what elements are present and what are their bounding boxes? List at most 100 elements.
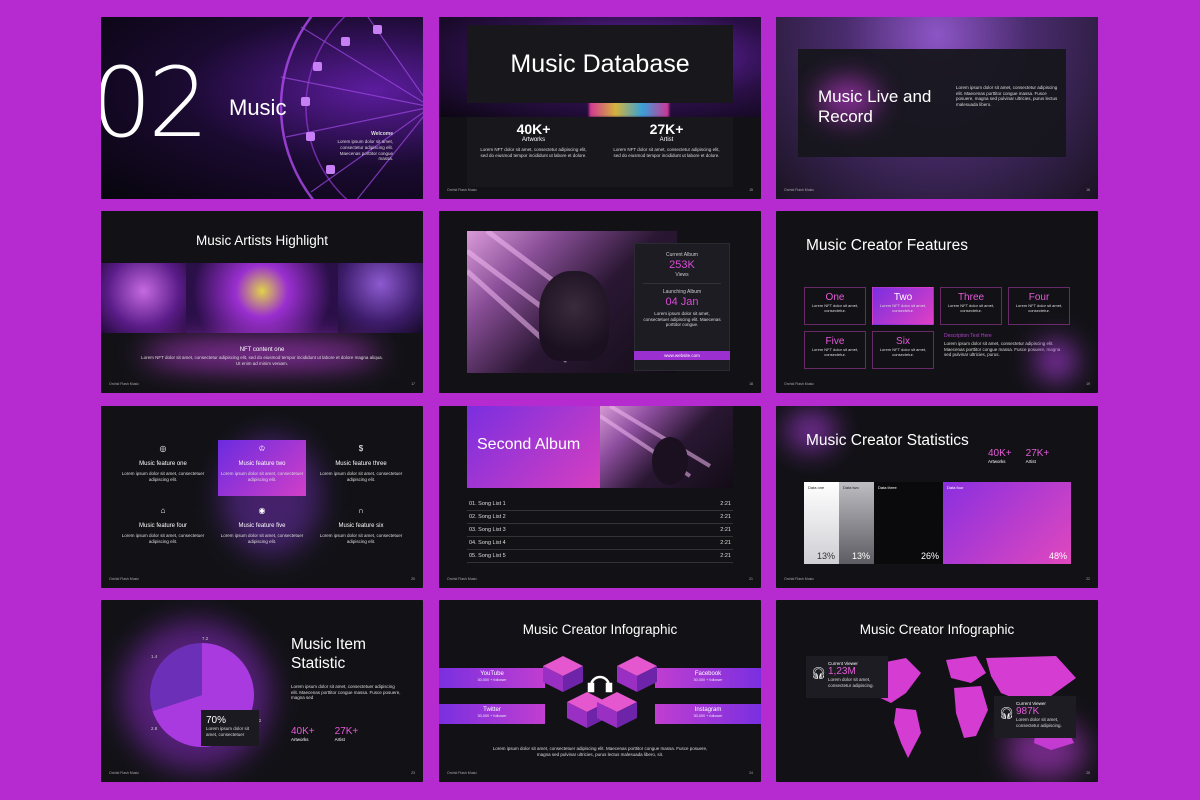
divider xyxy=(643,283,721,284)
slide-current-album[interactable]: Current Album 253K Views Launching Album… xyxy=(439,211,761,393)
stat-label: Artist xyxy=(1025,459,1036,464)
social-name: Twitter xyxy=(483,707,501,713)
feature-card-active[interactable]: Two Lorem NFT dolor sit amet, consectetur… xyxy=(872,287,934,325)
feature-item-active[interactable]: ♔ Music feature two Lorem ipsum dolor sit … xyxy=(218,440,306,496)
light-beams xyxy=(598,406,712,485)
feature-item[interactable]: ⌂ Music feature four Lorem ipsum dolor sit… xyxy=(119,502,207,558)
target-icon: ◎ xyxy=(159,444,167,453)
stat-text: Lorem NFT dolor sit amet, consectetur ad… xyxy=(480,147,587,158)
song-row[interactable]: 04. Song List 4 2:21 xyxy=(467,537,733,550)
feature-card[interactable]: Four Lorem NFT dolor sit amet, consectetu… xyxy=(1008,287,1070,325)
footer-brand: Orchid Flash Music xyxy=(109,771,139,775)
slide-artists-highlight[interactable]: Music Artists Highlight NFT content one … xyxy=(101,211,423,393)
viewer-text: Lorem dolor sit amet, consectetur adipis… xyxy=(828,677,874,688)
stat-artist: 27K+ Artist xyxy=(335,726,359,742)
song-row[interactable]: 01. Song List 1 2:21 xyxy=(467,498,733,511)
bar-value: 13% xyxy=(816,551,835,561)
stat-label: Artworks xyxy=(291,737,309,742)
social-followers: 30,000 + follower xyxy=(477,713,507,718)
section-number: 02 xyxy=(101,47,209,159)
welcome-text: Lorem ipsum dolor sit amet, consectetur … xyxy=(337,139,393,162)
feature-item[interactable]: ◉ Music feature five Lorem ipsum dolor sit… xyxy=(218,502,306,558)
stat-label: Artist xyxy=(659,137,674,143)
bar-value: 13% xyxy=(851,551,870,561)
feature-text: Lorem ipsum dolor sit amet, consectetuer… xyxy=(121,533,205,544)
social-followers: 30,000 + follower xyxy=(693,713,723,718)
isometric-cubes xyxy=(543,656,657,728)
slide-text: Lorem ipsum dolor sit amet, consectetuer… xyxy=(291,684,401,701)
slide-infographic-social[interactable]: Music Creator Infographic YouTube 30,000 … xyxy=(439,600,761,782)
feature-text: Lorem ipsum dolor sit amet, consectetuer… xyxy=(121,471,205,482)
stats-row: 40K+ Artworks 27K+ Artist xyxy=(988,448,1049,464)
title-box: Music Database xyxy=(467,25,733,103)
feature-item[interactable]: ◎ Music feature one Lorem ipsum dolor sit … xyxy=(119,440,207,496)
stat-value: 27K+ xyxy=(1025,448,1050,459)
slide-creator-statistics[interactable]: Music Creator Statistics 40K+ Artworks 27… xyxy=(776,406,1098,588)
social-followers: 30,000 + follower xyxy=(477,677,507,682)
song-duration: 2:21 xyxy=(720,514,731,520)
feature-card[interactable]: Six Lorem NFT dolor sit amet, consectetur… xyxy=(872,331,934,369)
stat-artist: 27K+ Artist Lorem NFT dolor sit amet, co… xyxy=(612,121,722,158)
website-button[interactable]: www.website.com xyxy=(634,351,730,360)
statistics-bar-chart: Data one 13% Data two 13% Data three 26% Data … xyxy=(804,482,1071,564)
page-number: 25 xyxy=(1086,771,1090,775)
twitter-ribbon[interactable]: Twitter 30,000 + follower xyxy=(439,704,545,724)
artist-photo xyxy=(101,263,186,333)
slide-music-database[interactable]: Music Database 40K+ Artworks Lorem NFT d… xyxy=(439,17,761,199)
welcome-heading: Welcome xyxy=(371,131,393,137)
slide-title: Music Creator Statistics xyxy=(806,432,969,449)
song-row[interactable]: 02. Song List 2 2:21 xyxy=(467,511,733,524)
footer-brand: Orchid Flash Music xyxy=(784,188,814,192)
song-duration: 2:21 xyxy=(720,527,731,533)
slide-infographic-map[interactable]: Music Creator Infographic 🎧︎ Current Vie… xyxy=(776,600,1098,782)
feature-text: Lorem NFT dolor sit amet, consectetur. xyxy=(811,347,859,357)
stat-value: 27K+ xyxy=(334,726,359,737)
instagram-cube xyxy=(597,692,637,728)
footer-brand: Orchid Flash Music xyxy=(784,577,814,581)
social-name: YouTube xyxy=(480,671,504,677)
youtube-ribbon[interactable]: YouTube 30,000 + follower xyxy=(439,668,545,688)
feature-text: Lorem NFT dolor sit amet, consectetur. xyxy=(811,303,859,313)
footer-brand: Orchid Flash Music xyxy=(447,577,477,581)
feature-text: Lorem NFT dolor sit amet, consectetur. xyxy=(879,303,927,313)
song-row[interactable]: 05. Song List 5 2:21 xyxy=(467,550,733,563)
slide-music-intro[interactable]: 02 Music Welcome Lorem ipsum dolor sit a… xyxy=(101,17,423,199)
stage-photo xyxy=(185,263,339,333)
slide-music-features[interactable]: ◎ Music feature one Lorem ipsum dolor sit … xyxy=(101,406,423,588)
bar-value: 48% xyxy=(1048,551,1067,561)
bar-label: Data three xyxy=(878,485,897,490)
album-title-block: Second Album xyxy=(467,406,600,488)
song-duration: 2:21 xyxy=(720,540,731,546)
slide-second-album[interactable]: Second Album 01. Song List 1 2:21 02. Son… xyxy=(439,406,761,588)
slide-title: Music Creator Infographic xyxy=(522,622,678,637)
page-number: 21 xyxy=(749,577,753,581)
song-row[interactable]: 03. Song List 3 2:21 xyxy=(467,524,733,537)
feature-item[interactable]: $ Music feature three Lorem ipsum dolor si… xyxy=(317,440,405,496)
facebook-cube xyxy=(617,656,657,692)
current-album-value: 253K xyxy=(669,259,695,271)
slide-creator-features[interactable]: Music Creator Features One Lorem NFT dolo… xyxy=(776,211,1098,393)
footer-brand: Orchid Flash Music xyxy=(109,382,139,386)
launching-album-label: Launching Album xyxy=(662,289,702,295)
slide-text: Lorem ipsum dolor sit amet, consectetuer… xyxy=(492,746,708,757)
percentage-callout: 70% Lorem ipsum dolor sit amet, consecte… xyxy=(201,710,259,746)
feature-card[interactable]: One Lorem NFT dolor sit amet, consectetur… xyxy=(804,287,866,325)
feature-card[interactable]: Five Lorem NFT dolor sit amet, consectetu… xyxy=(804,331,866,369)
bar-value: 26% xyxy=(920,551,939,561)
feature-title: Music feature three xyxy=(335,461,387,467)
slide-item-statistic[interactable]: 7.21.42.88.2 70% Lorem ipsum dolor sit a… xyxy=(101,600,423,782)
slide-music-live[interactable]: Music Live and Record Lorem ipsum dolor … xyxy=(776,17,1098,199)
instagram-ribbon[interactable]: Instagram 30,000 + follower xyxy=(655,704,761,724)
feature-text: Lorem ipsum dolor sit amet, consectetuer… xyxy=(319,533,403,544)
feature-card[interactable]: Three Lorem NFT dolor sit amet, consectet… xyxy=(940,287,1002,325)
feature-title: Four xyxy=(1028,292,1050,303)
content-box: Music Live and Record Lorem ipsum dolor … xyxy=(798,49,1066,157)
facebook-ribbon[interactable]: Facebook 30,000 + follower xyxy=(655,668,761,688)
feature-item[interactable]: ∩ Music feature six Lorem ipsum dolor sit … xyxy=(317,502,405,558)
song-title: 01. Song List 1 xyxy=(469,501,506,507)
page-number: 24 xyxy=(749,771,753,775)
viewer-value: 1,23M xyxy=(828,666,856,677)
chart-bar: Data three 26% xyxy=(874,482,943,564)
slide-title: Music Artists Highlight xyxy=(195,233,329,248)
page-number: 18 xyxy=(749,382,753,386)
